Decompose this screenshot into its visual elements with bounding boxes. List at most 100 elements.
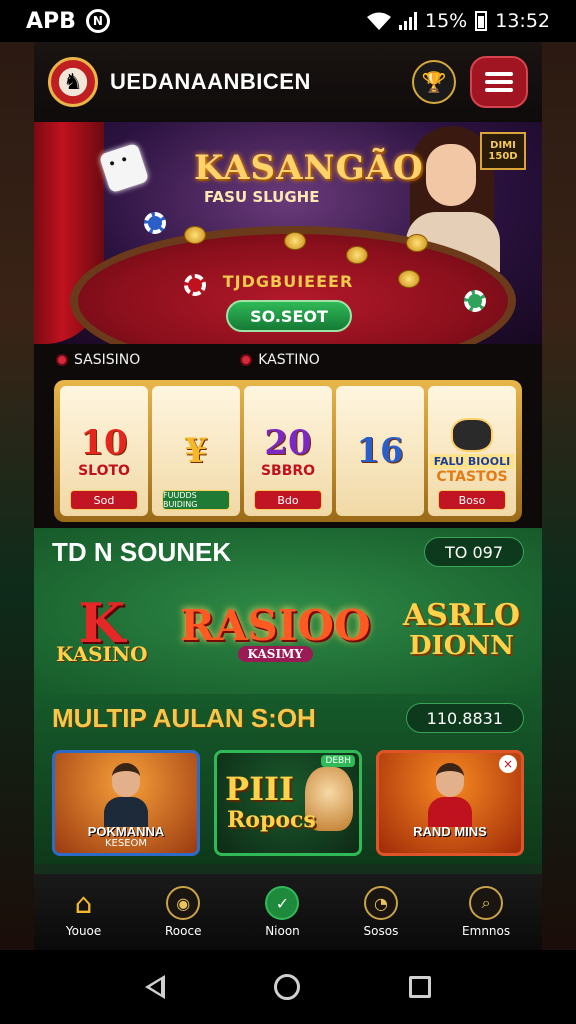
game-logo-sub: DIONN <box>409 631 514 661</box>
game-card[interactable]: DEBH PIII Ropocs <box>214 750 362 856</box>
hamburger-menu-icon <box>485 72 513 92</box>
coin-icon <box>406 234 428 252</box>
chip-icon <box>144 212 166 234</box>
back-icon[interactable] <box>144 975 165 999</box>
nav-label: Emnnos <box>462 924 511 938</box>
chip-dot-icon <box>56 354 68 366</box>
section-header: MULTIP AULAN S:OH 110.8831 <box>52 694 524 742</box>
game-logo-name: ASRLO <box>402 598 520 633</box>
battery-icon <box>475 11 488 31</box>
section-pill[interactable]: TO 097 <box>424 537 524 567</box>
trophy-button[interactable]: 🏆 <box>412 60 456 104</box>
hero-subtitle: FASU SLUGHE <box>204 188 320 206</box>
wifi-icon <box>367 12 391 30</box>
game-card[interactable]: × RAND MINS <box>376 750 524 856</box>
category-label[interactable]: SASISINO <box>56 352 140 368</box>
host-portrait <box>428 763 472 827</box>
reel-value: 20 <box>264 423 312 463</box>
game-card-title: POKMANNA <box>87 824 165 839</box>
game-logos: K KASINO RASIOO KASIMY ASRLO DIONN <box>52 576 524 686</box>
brand-logo[interactable]: ♞ <box>48 57 98 107</box>
table-text: TJDGBUIEEER <box>222 272 354 291</box>
reel-value: 10 <box>80 423 128 463</box>
nav-label: Sosos <box>363 924 399 938</box>
category-label-text: SASISINO <box>74 352 141 368</box>
slot-reel[interactable]: 20 SBBRO Bdo <box>244 386 332 516</box>
hero-cta-button[interactable]: SO.SEOT <box>226 300 352 332</box>
chip-dot-icon <box>240 354 253 366</box>
phone-screen: APB N 15% 13:52 ♞ UEDANAANBICEN 🏆 • • DI… <box>0 0 576 1024</box>
carrier-label: APB <box>26 8 76 34</box>
slot-machine-section: 10 SLOTO Sod ¥ FUUDDS BUIDING 20 SBBRO B… <box>34 376 542 528</box>
coin-icon <box>184 226 206 244</box>
game-logo-name: RASIOO <box>179 600 371 650</box>
reel-button[interactable]: FUUDDS BUIDING <box>162 490 230 510</box>
nav-item-sosos[interactable]: ◔ Sosos <box>363 886 399 938</box>
check-icon: ✓ <box>265 886 300 920</box>
bottom-nav: ⌂ Youoe ◉ Rooce ✓ Nioon ◔ Sosos ⌕ Emnnos <box>34 874 542 950</box>
knight-mask-icon: ♞ <box>63 69 83 95</box>
nav-label: Nioon <box>265 924 300 938</box>
game-logo-sub: KASIMY <box>237 645 313 662</box>
game-card-title: RAND MINS <box>413 824 487 839</box>
slot-reel[interactable]: 10 SLOTO Sod <box>60 386 148 516</box>
chip-icon <box>464 290 486 312</box>
section-title: MULTIP AULAN S:OH <box>52 702 316 733</box>
clock-icon: ◔ <box>363 886 398 920</box>
category-label[interactable]: KASTINO <box>240 352 320 368</box>
recent-apps-icon[interactable] <box>409 976 432 998</box>
reel-subtext: SLOTO <box>78 463 130 479</box>
host-portrait <box>104 763 148 827</box>
status-right: 15% 13:52 <box>367 10 550 32</box>
slot-reel[interactable]: 16 <box>336 386 424 516</box>
menu-button[interactable] <box>470 56 528 108</box>
game-card-title: PIII <box>225 770 294 808</box>
reel-value: FALU BIOOLI <box>429 453 515 469</box>
game-logo-tile[interactable]: K KASINO <box>56 596 148 666</box>
nav-label: Youoe <box>65 924 102 938</box>
home-circle-icon[interactable] <box>273 974 300 1000</box>
brand-name: UEDANAANBICEN <box>110 69 311 94</box>
hero-title: KASANGÃO <box>194 148 424 188</box>
battery-percent: 15% <box>425 10 468 32</box>
search-icon: ⌕ <box>469 886 504 920</box>
bear-mascot-icon <box>451 417 493 452</box>
nav-item-home[interactable]: ⌂ Youoe <box>65 886 102 939</box>
signal-icon <box>399 12 417 30</box>
coin-icon <box>284 232 306 250</box>
app-header: ♞ UEDANAANBICEN 🏆 <box>34 42 542 122</box>
multiplayer-section: MULTIP AULAN S:OH 110.8831 POKMANNA KESE… <box>34 694 542 864</box>
category-labels: SASISINO KASTINO <box>34 344 542 376</box>
slot-reel[interactable]: FALU BIOOLI CTASTOS Boso <box>428 386 516 516</box>
notification-icon: N <box>85 9 110 33</box>
reel-button[interactable]: Bdo <box>254 490 322 510</box>
slot-reel[interactable]: ¥ FUUDDS BUIDING <box>152 386 240 516</box>
close-icon[interactable]: × <box>499 755 517 773</box>
hero-badge: DIMI 150D <box>480 132 526 170</box>
reel-button[interactable]: Boso <box>438 490 506 510</box>
reel-value: 16 <box>356 431 404 471</box>
reel-button[interactable]: Sod <box>70 490 138 510</box>
game-logo-name: KASINO <box>56 642 148 666</box>
nav-item-emnnos[interactable]: ⌕ Emnnos <box>462 886 510 938</box>
chip-icon: ◉ <box>166 886 201 920</box>
clock-time: 13:52 <box>495 10 550 32</box>
reel-value: ¥ <box>184 431 208 471</box>
game-card[interactable]: POKMANNA KESEOM <box>52 750 200 856</box>
featured-games-section: TD N SOUNEK TO 097 K KASINO RASIOO KASIM… <box>34 528 542 694</box>
section-pill[interactable]: 110.8831 <box>405 703 524 733</box>
nav-item-rooce[interactable]: ◉ Rooce <box>165 886 201 938</box>
home-icon: ⌂ <box>74 886 93 920</box>
section-header: TD N SOUNEK TO 097 <box>52 528 524 576</box>
casino-app: ♞ UEDANAANBICEN 🏆 DIMI 150D KASANGÃO FAS… <box>34 42 542 950</box>
slot-machine: 10 SLOTO Sod ¥ FUUDDS BUIDING 20 SBBRO B… <box>54 380 522 522</box>
game-logo-tile[interactable]: ASRLO DIONN <box>402 598 520 662</box>
reel-subtext: SBBRO <box>260 463 316 479</box>
game-cards: POKMANNA KESEOM DEBH PIII Ropocs × RAND … <box>52 750 524 856</box>
hero-banner[interactable]: DIMI 150D KASANGÃO FASU SLUGHE TJDGBUIEE… <box>34 122 542 344</box>
game-logo-tile[interactable]: RASIOO KASIMY <box>180 601 371 662</box>
category-label-text: KASTINO <box>258 352 320 368</box>
header-actions: 🏆 <box>412 56 528 108</box>
nav-item-nioon[interactable]: ✓ Nioon <box>265 886 300 938</box>
nav-label: Rooce <box>165 924 202 938</box>
